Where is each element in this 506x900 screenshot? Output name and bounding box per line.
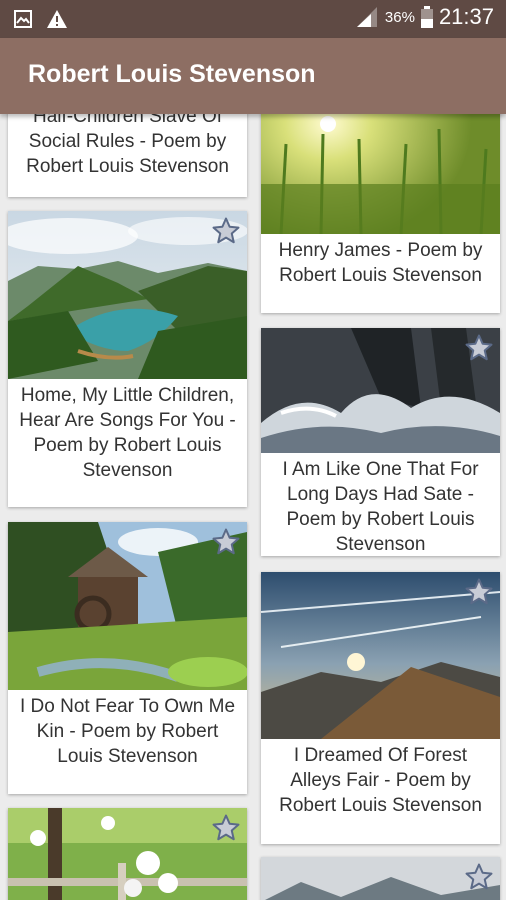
poem-image — [261, 857, 500, 900]
poem-card[interactable]: Half-Children Slave Of Social Rules - Po… — [8, 114, 247, 197]
signal-icon — [356, 7, 377, 27]
poem-title: Home, My Little Children, Hear Are Songs… — [19, 385, 236, 481]
poem-card[interactable]: Home, My Little Children, Hear Are Songs… — [8, 211, 247, 507]
poem-image — [261, 572, 500, 739]
favorite-star-icon[interactable] — [464, 862, 494, 892]
poem-grid[interactable]: Half-Children Slave Of Social Rules - Po… — [0, 114, 506, 900]
favorite-star-icon[interactable] — [211, 527, 241, 557]
poem-title: I Am Like One That For Long Days Had Sat… — [282, 459, 479, 555]
wheat-field-image — [261, 114, 500, 234]
poem-image — [8, 522, 247, 690]
status-bar: 36% 21:37 — [0, 0, 506, 38]
battery-percent: 36% — [384, 8, 415, 26]
poem-title: I Do Not Fear To Own Me Kin - Poem by Ro… — [19, 696, 236, 767]
poem-card[interactable] — [261, 857, 500, 900]
poem-image — [8, 808, 247, 900]
warning-icon — [47, 10, 67, 28]
app-bar: Robert Louis Stevenson — [0, 38, 506, 114]
poem-title: Henry James - Poem by Robert Louis Steve… — [278, 240, 483, 286]
poem-card[interactable]: Henry James - Poem by Robert Louis Steve… — [261, 114, 500, 313]
poem-image — [8, 211, 247, 379]
poem-image — [261, 328, 500, 453]
poem-image — [261, 114, 500, 234]
poem-title: I Dreamed Of Forest Alleys Fair - Poem b… — [279, 745, 482, 816]
poem-card[interactable]: I Am Like One That For Long Days Had Sat… — [261, 328, 500, 556]
image-icon — [14, 10, 32, 28]
favorite-star-icon[interactable] — [464, 333, 494, 363]
favorite-star-icon[interactable] — [211, 216, 241, 246]
clock: 21:37 — [438, 4, 494, 29]
poem-title: Half-Children Slave Of Social Rules - Po… — [26, 114, 229, 177]
favorite-star-icon[interactable] — [464, 577, 494, 607]
page-title: Robert Louis Stevenson — [28, 60, 316, 88]
battery-icon — [420, 6, 433, 28]
poem-card[interactable]: I Dreamed Of Forest Alleys Fair - Poem b… — [261, 572, 500, 844]
poem-card[interactable] — [8, 808, 247, 900]
poem-card[interactable]: I Do Not Fear To Own Me Kin - Poem by Ro… — [8, 522, 247, 794]
favorite-star-icon[interactable] — [211, 813, 241, 843]
